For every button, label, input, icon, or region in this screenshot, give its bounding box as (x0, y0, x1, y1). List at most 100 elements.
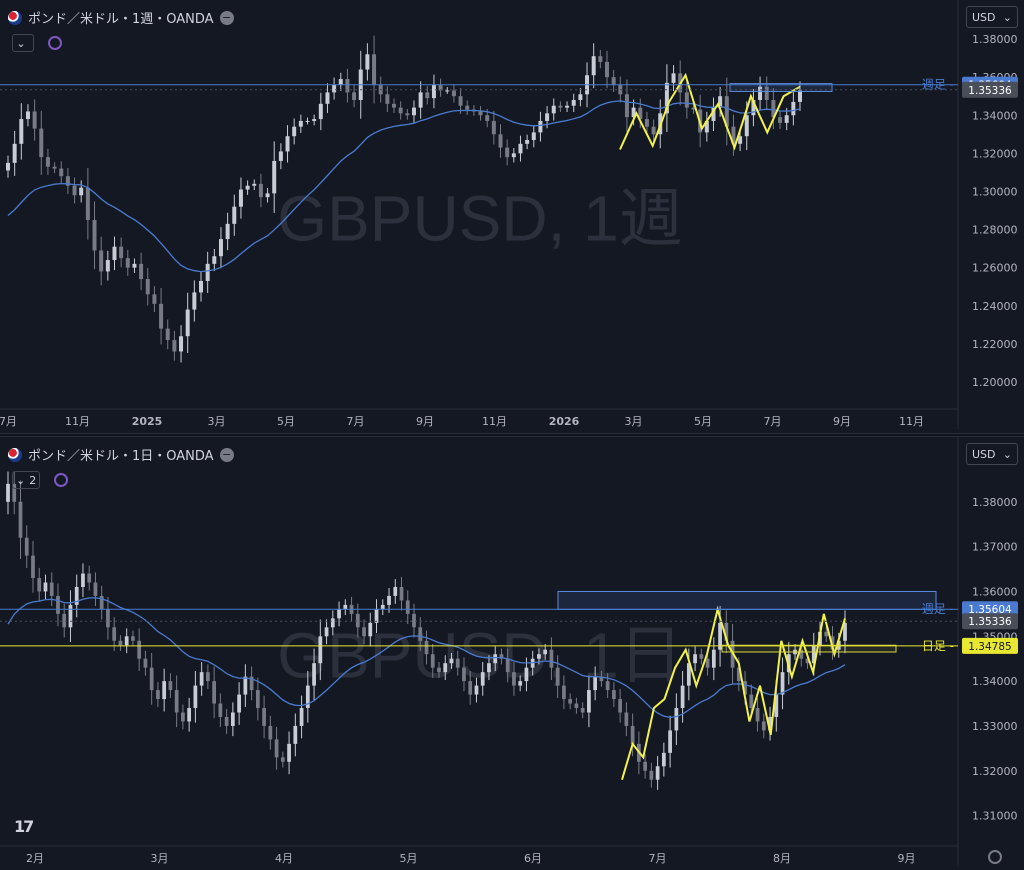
candle-body (518, 681, 523, 686)
candle-body (112, 246, 117, 261)
candle-body (824, 631, 829, 637)
collapse-button[interactable]: ⌄ 2 (12, 471, 41, 489)
candle-body (174, 690, 179, 713)
watermark: GBPUSD, 1日 (277, 620, 682, 692)
price-tick-label: 1.22000 (972, 338, 1018, 351)
sync-icon[interactable] (54, 473, 69, 487)
candle-body (755, 708, 760, 722)
candle-body (262, 708, 266, 726)
candle-body (330, 618, 335, 628)
weekly-chart-pane[interactable]: GBPUSD, 1週1.380001.360001.340001.320001.… (0, 0, 1024, 434)
candle-body (49, 582, 54, 596)
candle-body (31, 555, 35, 579)
minus-icon[interactable]: − (219, 447, 234, 462)
price-label-value: 1.34785 (968, 641, 1011, 653)
candle-body (493, 654, 498, 664)
candle-body (292, 126, 297, 137)
candle-body (118, 640, 123, 646)
candle-body (611, 77, 616, 85)
daily-chart-plot[interactable]: GBPUSD, 1日1.380001.370001.360001.350001.… (0, 437, 1024, 870)
candle-body (224, 716, 229, 726)
candle-body (105, 260, 110, 272)
candle-body (699, 654, 704, 659)
candle-body (6, 483, 10, 502)
time-tick-label: 11月 (482, 415, 507, 428)
candle-body (25, 111, 30, 120)
candle-body (18, 501, 23, 538)
candle-body (325, 92, 330, 104)
candle-body (538, 120, 543, 133)
price-tick-label: 1.24000 (972, 300, 1018, 313)
time-tick-label: 7月 (649, 852, 667, 865)
time-tick-label: 7月 (764, 415, 782, 428)
candle-body (212, 256, 217, 264)
tradingview-logo[interactable]: 17 (14, 817, 34, 836)
time-tick-label: 4月 (275, 852, 293, 865)
gear-icon[interactable] (988, 850, 1002, 864)
candle-body (778, 117, 783, 123)
candle-body (172, 340, 177, 352)
candle-body (124, 636, 129, 646)
candle-body (474, 685, 479, 695)
price-tick-label: 1.20000 (972, 376, 1018, 389)
candle-body (543, 649, 548, 655)
weekly-zone-box (557, 590, 937, 610)
candle-body (131, 636, 135, 641)
candle-body (185, 309, 190, 337)
candle-body (551, 105, 556, 114)
candle-body (68, 604, 73, 628)
minus-icon[interactable]: − (219, 10, 234, 25)
candle-body (555, 667, 560, 686)
candle-body (537, 654, 541, 659)
price-tick-label: 1.33000 (972, 720, 1018, 733)
candle-body (784, 115, 789, 123)
candle-body (278, 151, 283, 161)
candle-body (99, 250, 104, 272)
price-tick-label: 1.30000 (972, 185, 1018, 198)
candle-body (187, 708, 192, 722)
candle-body (465, 105, 470, 110)
candle-body (393, 586, 398, 596)
candle-body (32, 111, 37, 129)
candle-body (156, 690, 160, 700)
candle-body (591, 56, 596, 76)
candle-body (671, 73, 676, 83)
candle-body (485, 115, 490, 121)
candle-body (399, 586, 404, 601)
time-tick-label: 9月 (833, 415, 851, 428)
candle-body (558, 105, 563, 108)
candle-body (299, 708, 304, 726)
price-tick-label: 1.38000 (972, 33, 1018, 46)
candle-body (644, 119, 649, 127)
candle-body (252, 183, 257, 186)
candle-body (6, 162, 10, 171)
candle-body (119, 246, 124, 259)
candle-body (37, 578, 42, 592)
candle-body (693, 654, 697, 664)
candle-body (624, 712, 629, 726)
time-tick-label: 5月 (400, 852, 418, 865)
currency-button[interactable]: USD ⌄ (966, 443, 1018, 465)
time-tick-label: 9月 (898, 852, 916, 865)
candle-body (568, 699, 573, 704)
candle-body (181, 712, 185, 722)
currency-button[interactable]: USD ⌄ (966, 6, 1018, 28)
candle-body (243, 676, 248, 695)
candle-body (230, 712, 235, 726)
price-label-value: 1.35336 (968, 85, 1012, 97)
candle-body (59, 168, 64, 177)
candle-body (52, 166, 57, 169)
candle-body (332, 84, 337, 93)
sync-icon[interactable] (48, 36, 62, 50)
candle-body (565, 105, 570, 108)
collapse-button[interactable]: ⌄ (12, 34, 34, 52)
candle-body (468, 681, 473, 695)
daily-chart-pane[interactable]: GBPUSD, 1日 1.38000 1.37000 1.36000 1.35000 1.… (0, 436, 1024, 870)
candle-body (630, 725, 635, 744)
weekly-chart-plot[interactable]: GBPUSD, 1週1.380001.360001.340001.320001.… (0, 0, 1024, 433)
candle-body (498, 134, 503, 148)
price-level-name: 週足 - (922, 602, 954, 616)
candle-body (674, 708, 679, 731)
candle-body (780, 672, 785, 695)
candle-body (612, 690, 616, 700)
